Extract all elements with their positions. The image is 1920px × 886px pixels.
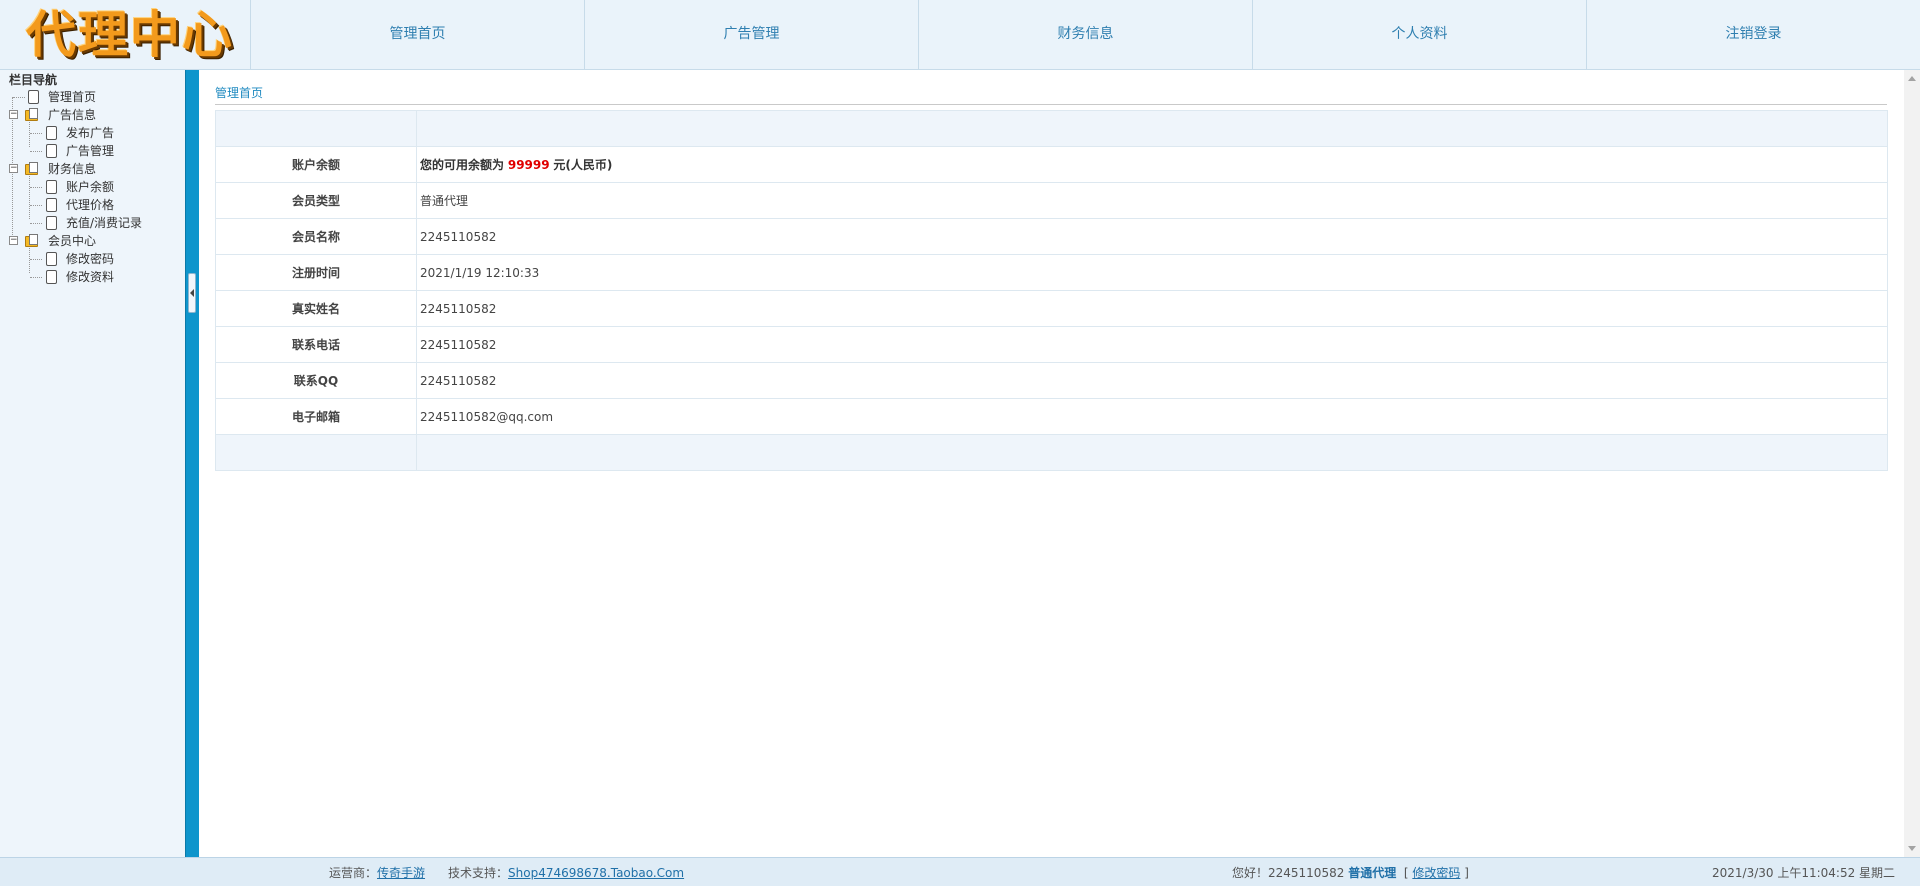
nav-profile[interactable]: 个人资料	[1253, 0, 1587, 69]
sidebar-group-label: 会员中心	[48, 234, 97, 248]
row-value: 2245110582	[416, 218, 1888, 255]
page-icon	[46, 126, 57, 140]
user-role: 普通代理	[1348, 866, 1397, 880]
sidebar-splitter[interactable]	[185, 70, 199, 857]
account-info-table: 账户余额 您的可用余额为 99999 元(人民币) 会员类型 普通代理 会员名称…	[215, 110, 1888, 471]
support-info: 技术支持：Shop474698678.Taobao.Com	[448, 866, 684, 880]
operator-label: 运营商：	[329, 866, 378, 880]
greeting: 您好！2245110582	[1232, 866, 1345, 880]
logo-text: 代理中心	[26, 5, 234, 64]
support-label: 技术支持：	[448, 866, 509, 880]
balance-amount: 99999	[507, 158, 550, 172]
page-icon	[46, 180, 57, 194]
sidebar-item-ad-management[interactable]: 广告管理	[9, 142, 185, 160]
sidebar-item-label: 广告管理	[66, 144, 115, 158]
sidebar-item-label: 修改资料	[66, 270, 115, 284]
page-icon	[28, 90, 39, 104]
logo: 代理中心	[0, 0, 251, 69]
sidebar-item-label: 发布广告	[66, 126, 115, 140]
sidebar-item-label: 账户余额	[66, 180, 115, 194]
vertical-scrollbar[interactable]	[1904, 70, 1920, 857]
bracket-open: [	[1403, 866, 1409, 880]
scroll-up-icon[interactable]	[1908, 76, 1916, 81]
balance-suffix: 元(人民币)	[553, 158, 613, 172]
collapse-icon[interactable]: −	[9, 110, 18, 119]
table-row: 会员类型 普通代理	[215, 182, 1888, 219]
support-link[interactable]: Shop474698678.Taobao.Com	[508, 866, 684, 880]
row-label: 联系QQ	[215, 362, 417, 399]
sidebar-item-post-ad[interactable]: 发布广告	[9, 124, 185, 142]
row-value: 2021/1/19 12:10:33	[416, 254, 1888, 291]
collapse-icon[interactable]: −	[9, 236, 18, 245]
nav-logout[interactable]: 注销登录	[1587, 0, 1920, 69]
table-row: 联系电话 2245110582	[215, 326, 1888, 363]
folder-icon	[25, 234, 40, 248]
row-label: 真实姓名	[215, 290, 417, 327]
sidebar-title: 栏目导航	[9, 73, 58, 87]
sidebar-item-label: 修改密码	[66, 252, 115, 266]
sidebar-item-label: 充值/消费记录	[66, 216, 143, 230]
sidebar-group-finance[interactable]: − 财务信息	[9, 160, 185, 178]
page-icon	[46, 216, 57, 230]
collapse-sidebar-icon[interactable]	[188, 273, 196, 313]
top-nav: 管理首页 广告管理 财务信息 个人资料 注销登录	[251, 0, 1920, 69]
sidebar-group-label: 广告信息	[48, 108, 97, 122]
nav-home[interactable]: 管理首页	[251, 0, 585, 69]
sidebar-item-label: 管理首页	[48, 90, 97, 104]
header: 代理中心 管理首页 广告管理 财务信息 个人资料 注销登录	[0, 0, 1920, 70]
row-label: 账户余额	[215, 146, 417, 183]
row-value: 2245110582	[416, 326, 1888, 363]
sidebar-item-recharge-records[interactable]: 充值/消费记录	[9, 214, 185, 232]
page-icon	[46, 198, 57, 212]
sidebar: 栏目导航 管理首页 − 广告信息 发布广告 广告管理 − 财务信息 账户余额 代…	[0, 70, 185, 857]
sidebar-group-member[interactable]: − 会员中心	[9, 232, 185, 250]
row-label: 注册时间	[215, 254, 417, 291]
sidebar-item-change-password[interactable]: 修改密码	[9, 250, 185, 268]
sidebar-item-edit-profile[interactable]: 修改资料	[9, 268, 185, 286]
row-value: 2245110582	[416, 290, 1888, 327]
folder-icon	[25, 162, 40, 176]
folder-icon	[25, 108, 40, 122]
row-label: 会员名称	[215, 218, 417, 255]
row-value: 2245110582@qq.com	[416, 398, 1888, 435]
sidebar-item-label: 代理价格	[66, 198, 115, 212]
page-icon	[46, 144, 57, 158]
balance-prefix: 您的可用余额为	[420, 158, 505, 172]
sidebar-group-ads[interactable]: − 广告信息	[9, 106, 185, 124]
table-row: 真实姓名 2245110582	[215, 290, 1888, 327]
row-value: 普通代理	[416, 182, 1888, 219]
table-row: 电子邮箱 2245110582@qq.com	[215, 398, 1888, 435]
table-row: 联系QQ 2245110582	[215, 362, 1888, 399]
page-icon	[46, 252, 57, 266]
table-row-balance: 账户余额 您的可用余额为 99999 元(人民币)	[215, 146, 1888, 183]
table-row: 注册时间 2021/1/19 12:10:33	[215, 254, 1888, 291]
operator-link[interactable]: 传奇手游	[377, 866, 425, 880]
bracket-close: ]	[1464, 866, 1469, 880]
table-row: 会员名称 2245110582	[215, 218, 1888, 255]
row-value: 您的可用余额为 99999 元(人民币)	[416, 146, 1888, 183]
nav-ad-management[interactable]: 广告管理	[585, 0, 919, 69]
row-value: 2245110582	[416, 362, 1888, 399]
datetime: 2021/3/30 上午11:04:52 星期二	[1712, 866, 1896, 880]
sidebar-item-home[interactable]: 管理首页	[9, 88, 185, 106]
row-label: 会员类型	[215, 182, 417, 219]
operator-info: 运营商：传奇手游	[329, 866, 425, 880]
sidebar-group-label: 财务信息	[48, 162, 97, 176]
page-icon	[46, 270, 57, 284]
nav-finance[interactable]: 财务信息	[919, 0, 1253, 69]
sidebar-item-account-balance[interactable]: 账户余额	[9, 178, 185, 196]
row-label: 联系电话	[215, 326, 417, 363]
row-label: 电子邮箱	[215, 398, 417, 435]
collapse-icon[interactable]: −	[9, 164, 18, 173]
table-row	[215, 434, 1888, 471]
scroll-down-icon[interactable]	[1908, 846, 1916, 851]
footer: 运营商：传奇手游 技术支持：Shop474698678.Taobao.Com 您…	[0, 857, 1920, 886]
page-title: 管理首页	[215, 85, 1887, 105]
main-content: 管理首页 账户余额 您的可用余额为 99999 元(人民币) 会员类型 普通代理…	[199, 70, 1904, 857]
user-info: 您好！2245110582 普通代理 [ 修改密码 ]	[1232, 866, 1469, 880]
sidebar-item-agent-price[interactable]: 代理价格	[9, 196, 185, 214]
table-row	[215, 110, 1888, 147]
change-password-link[interactable]: 修改密码	[1412, 866, 1460, 880]
